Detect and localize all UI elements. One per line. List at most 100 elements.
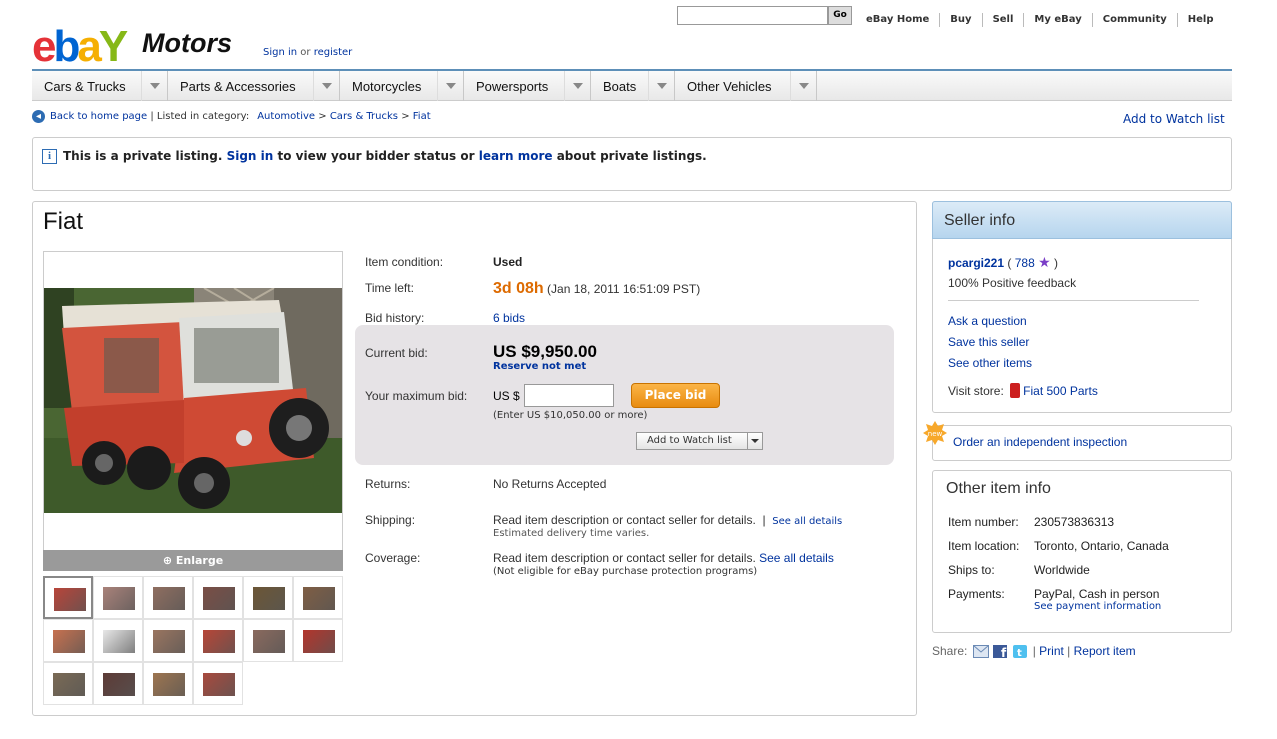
bid-count-link[interactable]: 6 bids: [493, 311, 525, 325]
thumbnail[interactable]: [243, 576, 293, 619]
visit-store-label: Visit store:: [948, 384, 1004, 398]
item-photo[interactable]: [44, 288, 342, 513]
chevron-down-icon[interactable]: [564, 71, 590, 101]
ebay-logo-letters: ebaY: [32, 22, 128, 72]
visit-store: Visit store: Fiat 500 Parts: [948, 383, 1098, 398]
info-icon: i: [42, 149, 57, 164]
notice-part: This is a private listing.: [63, 149, 227, 163]
ebay-motors-logo[interactable]: ebaY Motors: [32, 8, 246, 71]
thumbnail[interactable]: [93, 619, 143, 662]
thumbnail[interactable]: [93, 576, 143, 619]
enlarge-button[interactable]: ⊕ Enlarge: [43, 550, 343, 571]
crumb-automotive[interactable]: Automotive: [257, 111, 315, 122]
signin-link[interactable]: Sign in: [263, 47, 297, 58]
learn-more-link[interactable]: learn more: [479, 149, 553, 163]
facebook-icon[interactable]: f: [993, 644, 1009, 658]
thumbnail[interactable]: [293, 619, 343, 662]
category-motorcycles[interactable]: Motorcycles: [340, 71, 464, 101]
other-item-info-heading: Other item info: [946, 480, 1051, 497]
thumbnail[interactable]: [193, 662, 243, 705]
nav-community[interactable]: Community: [1091, 13, 1177, 27]
see-all-details-link[interactable]: See all details: [772, 516, 842, 527]
chevron-down-icon[interactable]: [747, 433, 762, 449]
save-seller-link[interactable]: Save this seller: [948, 335, 1029, 349]
thumbnail[interactable]: [43, 576, 93, 619]
order-inspection-link[interactable]: Order an independent inspection: [953, 435, 1127, 449]
chevron-down-icon[interactable]: [313, 71, 339, 101]
search-input[interactable]: [677, 6, 828, 25]
email-icon[interactable]: [973, 644, 990, 658]
ask-question-link[interactable]: Ask a question: [948, 314, 1027, 328]
category-other-vehicles[interactable]: Other Vehicles: [675, 71, 817, 101]
go-button[interactable]: Go: [828, 6, 852, 25]
register-link[interactable]: register: [314, 47, 353, 58]
print-link[interactable]: Print: [1039, 644, 1064, 658]
shipping-separator: |: [755, 513, 773, 527]
add-to-watch-list-link[interactable]: Add to Watch list: [1123, 112, 1225, 126]
crumb-separator: >: [398, 111, 413, 122]
nav-ebay-home[interactable]: eBay Home: [856, 13, 939, 27]
feedback-score-link[interactable]: 788: [1015, 256, 1035, 270]
notice-signin-link[interactable]: Sign in: [227, 149, 274, 163]
breadcrumb-separator: |: [147, 111, 157, 122]
category-cars-trucks[interactable]: Cars & Trucks: [32, 71, 168, 101]
see-all-details-link[interactable]: See all details: [759, 551, 834, 565]
category-label: Other Vehicles: [687, 78, 772, 94]
see-other-items-link[interactable]: See other items: [948, 356, 1032, 370]
category-powersports[interactable]: Powersports: [464, 71, 591, 101]
crumb-fiat[interactable]: Fiat: [413, 111, 431, 122]
purple-star-icon[interactable]: ★: [1038, 254, 1051, 271]
nav-help[interactable]: Help: [1176, 13, 1224, 27]
info-label: Item number:: [948, 515, 1019, 529]
place-bid-button[interactable]: Place bid: [631, 383, 720, 408]
breadcrumb: ◂ Back to home page | Listed in category…: [32, 110, 431, 123]
coverage-note: (Not eligible for eBay purchase protecti…: [493, 566, 758, 577]
nav-buy[interactable]: Buy: [939, 13, 981, 27]
signin-or: or: [297, 47, 314, 58]
thumbnail-image: [103, 630, 135, 653]
condition-value: Used: [493, 255, 523, 269]
thumbnail[interactable]: [43, 662, 93, 705]
thumbnail-image: [54, 588, 86, 611]
max-bid-input[interactable]: [524, 384, 614, 407]
thumbnail[interactable]: [143, 576, 193, 619]
store-link[interactable]: Fiat 500 Parts: [1023, 384, 1098, 398]
category-parts-accessories[interactable]: Parts & Accessories: [168, 71, 340, 101]
thumbnail[interactable]: [293, 576, 343, 619]
bid-history-label: Bid history:: [365, 311, 425, 325]
thumbnail-image: [153, 673, 185, 696]
thumbnail[interactable]: [193, 576, 243, 619]
new-badge-text: new: [928, 430, 943, 438]
thumbnail[interactable]: [243, 619, 293, 662]
twitter-icon[interactable]: t: [1013, 644, 1029, 658]
category-boats[interactable]: Boats: [591, 71, 675, 101]
thumbnail-image: [303, 630, 335, 653]
positive-feedback: 100% Positive feedback: [948, 276, 1077, 290]
report-item-link[interactable]: Report item: [1074, 644, 1136, 658]
chevron-down-icon[interactable]: [790, 71, 816, 101]
crumb-cars-trucks[interactable]: Cars & Trucks: [330, 111, 398, 122]
chevron-down-icon[interactable]: [141, 71, 167, 101]
thumbnail-image: [103, 587, 135, 610]
thumbnail-image: [103, 673, 135, 696]
enlarge-label: Enlarge: [175, 554, 224, 567]
add-to-watch-list-button[interactable]: Add to Watch list: [636, 432, 763, 450]
returns-label: Returns:: [365, 477, 411, 491]
thumbnail[interactable]: [43, 619, 93, 662]
seller-name-link[interactable]: pcargi221: [948, 256, 1004, 270]
thumbnail-image: [153, 587, 185, 610]
back-arrow-icon[interactable]: ◂: [32, 110, 45, 123]
back-to-home-link[interactable]: Back to home page: [50, 111, 147, 122]
see-payment-info-link[interactable]: See payment information: [1034, 601, 1161, 612]
share-separator: |: [1029, 644, 1040, 658]
chevron-down-icon[interactable]: [648, 71, 674, 101]
store-icon: [1010, 383, 1021, 398]
nav-my-ebay[interactable]: My eBay: [1023, 13, 1091, 27]
chevron-down-icon[interactable]: [437, 71, 463, 101]
thumbnail[interactable]: [193, 619, 243, 662]
thumbnail[interactable]: [143, 619, 193, 662]
thumbnail[interactable]: [143, 662, 193, 705]
info-label: Item location:: [948, 539, 1020, 553]
thumbnail[interactable]: [93, 662, 143, 705]
nav-sell[interactable]: Sell: [981, 13, 1024, 27]
